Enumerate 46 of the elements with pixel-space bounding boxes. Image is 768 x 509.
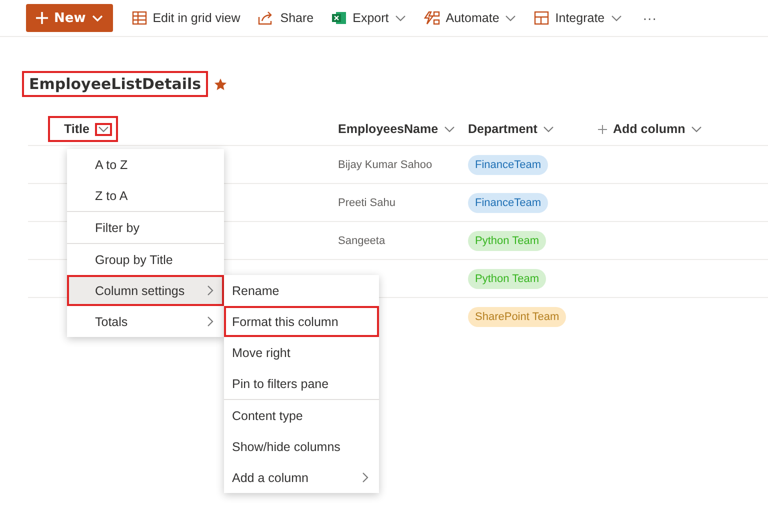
column-header[interactable]: Add column (598, 122, 702, 136)
table-cell-text: Sangeeta (338, 234, 386, 246)
department-tag: FinanceTeam (468, 154, 548, 174)
menu-item[interactable]: Show/hide columns (224, 431, 379, 462)
department-tag: SharePoint Team (468, 306, 566, 326)
department-tag: FinanceTeam (468, 192, 548, 212)
menu-item[interactable]: Content type (224, 400, 379, 431)
layout-icon (534, 11, 550, 25)
new-button[interactable]: New (26, 4, 113, 32)
menu-item[interactable]: Z to A (67, 180, 224, 211)
table-cell-text: Bijay Kumar Sahoo (338, 158, 434, 170)
department-tag: Python Team (468, 230, 546, 250)
more-button[interactable]: ··· (632, 4, 667, 32)
toolbar-button[interactable]: Integrate (527, 4, 629, 32)
flow-icon (424, 11, 440, 25)
list-title: EmployeeListDetails (22, 71, 208, 97)
menu-item[interactable]: Filter by (67, 212, 224, 243)
chevron-down-icon (691, 126, 702, 132)
plus-icon (36, 12, 48, 24)
chevron-down-icon[interactable] (95, 122, 112, 136)
menu-item[interactable]: Rename (224, 275, 379, 306)
menu-item[interactable]: A to Z (67, 149, 224, 180)
grid-icon (132, 11, 147, 25)
column-header[interactable]: Title (48, 116, 118, 142)
toolbar-button[interactable]: Export (324, 4, 413, 32)
chevron-down-icon (444, 126, 456, 132)
department-tag: Python Team (468, 268, 546, 288)
menu-item[interactable]: Column settings (67, 275, 224, 306)
menu-item[interactable]: Group by Title (67, 244, 224, 275)
menu-item[interactable]: Move right (224, 337, 379, 368)
column-header[interactable]: Department (468, 122, 554, 136)
chevron-down-icon (92, 14, 103, 22)
star-icon[interactable] (214, 78, 228, 90)
menu-item[interactable]: Add a column (224, 462, 379, 493)
column-header[interactable]: EmployeesName (338, 122, 456, 136)
plus-icon (598, 124, 607, 134)
menu-item[interactable]: Totals (67, 306, 224, 337)
chevron-down-icon (543, 126, 554, 132)
menu-item[interactable]: Pin to filters pane (224, 368, 379, 399)
toolbar-button[interactable]: Edit in grid view (124, 4, 248, 32)
menu-item[interactable]: Format this column (224, 306, 379, 337)
toolbar-button[interactable]: Automate (416, 4, 524, 32)
share-icon (258, 11, 274, 25)
table-cell-text: Preeti Sahu (338, 196, 396, 208)
spreadsheet-icon (332, 11, 347, 25)
toolbar-button[interactable]: Share (251, 4, 321, 32)
